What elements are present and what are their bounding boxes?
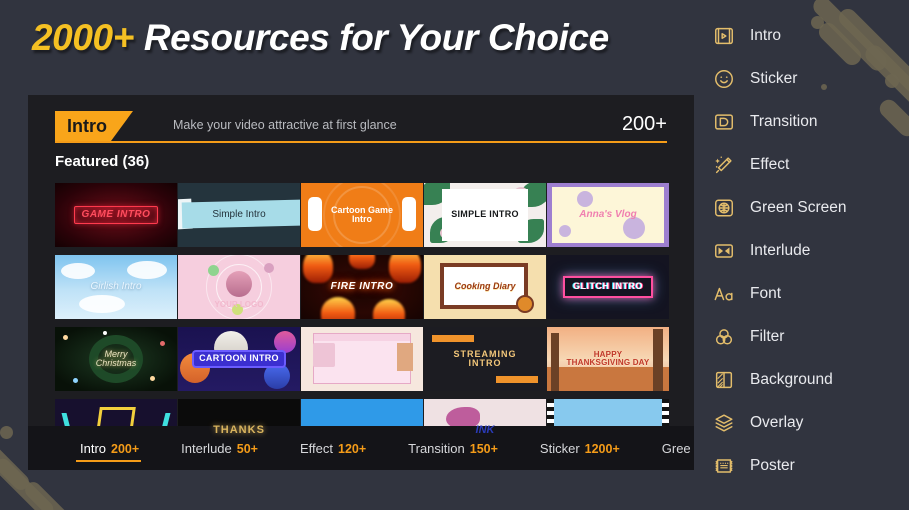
- thumbnail-title: Anna's Vlog: [579, 208, 637, 220]
- intro-icon: [712, 24, 736, 48]
- tab-count: 200+: [111, 441, 140, 456]
- sidebar-item-filter[interactable]: Filter: [712, 315, 902, 358]
- poster-icon: [712, 454, 736, 478]
- tab-label: Interlude: [181, 440, 232, 456]
- decorative-dot: [0, 426, 13, 439]
- page-title: 2000+ Resources for Your Choice: [32, 17, 609, 59]
- sidebar-item-effect[interactable]: Effect: [712, 143, 902, 186]
- thumbnail-title: HAPPY THANKSGIVING DAY: [566, 349, 650, 367]
- thumbnail-item[interactable]: Cartoon Game Intro: [301, 183, 423, 247]
- thumbnail-title: INK: [475, 424, 495, 437]
- tab-count: 120+: [338, 441, 367, 456]
- thumbnail-title: YOUR LOGO: [214, 299, 264, 309]
- title-rest: Resources for Your Choice: [143, 17, 609, 58]
- tab-label: Intro: [80, 440, 107, 456]
- thumbnail-title: THANKS: [213, 424, 265, 437]
- thumbnail-item[interactable]: SIMPLE INTRO: [424, 183, 546, 247]
- tab-count: 1200+: [584, 441, 620, 456]
- sticker-icon: [712, 67, 736, 91]
- thumbnail-title: STREAMING INTRO: [453, 348, 517, 368]
- thumbnail-item[interactable]: Girlish Intro: [55, 255, 177, 319]
- sidebar-item-label: Intro: [750, 26, 782, 44]
- tab-sticker[interactable]: Sticker 1200+: [540, 441, 620, 456]
- green-screen-icon: [712, 196, 736, 220]
- thumbnail-item[interactable]: STREAMING INTRO: [424, 327, 546, 391]
- thumbnail-item[interactable]: Merry Christmas: [55, 327, 177, 391]
- thumbnail-title: CARTOON INTRO: [194, 352, 284, 366]
- sidebar-item-interlude[interactable]: Interlude: [712, 229, 902, 272]
- filter-icon: [712, 325, 736, 349]
- thumbnail-title: GLITCH INTRO: [563, 276, 653, 298]
- thumbnail-grid: GAME INTRO Simple Intro Cartoon Game Intro…: [55, 183, 669, 463]
- category-subtitle: Make your video attractive at first glan…: [173, 118, 397, 132]
- thumbnail-item[interactable]: GLITCH INTRO: [547, 255, 669, 319]
- sidebar-item-font[interactable]: Font: [712, 272, 902, 315]
- sidebar-item-label: Effect: [750, 155, 790, 173]
- tab-effect[interactable]: Effect 120+: [300, 441, 366, 456]
- thumbnail-title: Cartoon Game Intro: [330, 204, 393, 224]
- decorative-stripe: [21, 478, 75, 510]
- tab-gree[interactable]: Gree: [662, 441, 691, 456]
- sidebar-item-background[interactable]: Background: [712, 358, 902, 401]
- thumbnail-title: Cooking Diary: [454, 281, 516, 292]
- tab-label: Transition: [408, 440, 465, 456]
- sidebar-item-transition[interactable]: Transition: [712, 100, 902, 143]
- sidebar-item-overlay[interactable]: Overlay: [712, 401, 902, 444]
- sidebar-item-label: Poster: [750, 456, 795, 474]
- panel-header: Intro Make your video attractive at firs…: [55, 111, 667, 143]
- thumbnail-item[interactable]: GAME INTRO: [55, 183, 177, 247]
- thumbnail-item[interactable]: [301, 327, 423, 391]
- thumbnail-item[interactable]: CARTOON INTRO: [178, 327, 300, 391]
- thumbnail-title: Girlish Intro: [90, 280, 142, 292]
- category-sidebar: Intro Sticker Transition Effect Green Screen…: [712, 14, 902, 487]
- sidebar-item-label: Interlude: [750, 241, 811, 259]
- effect-icon: [712, 153, 736, 177]
- tab-label: Sticker: [539, 440, 580, 456]
- sidebar-item-label: Green Screen: [750, 198, 847, 216]
- thumbnail-item[interactable]: HAPPY THANKSGIVING DAY: [547, 327, 669, 391]
- sidebar-item-label: Overlay: [750, 413, 804, 431]
- thumbnail-item[interactable]: FIRE INTRO: [301, 255, 423, 319]
- sidebar-item-label: Sticker: [750, 69, 798, 87]
- category-count: 200+: [621, 113, 667, 135]
- page-root: 2000+ Resources for Your Choice Intro Ma…: [0, 0, 909, 510]
- transition-icon: [712, 110, 736, 134]
- sidebar-item-green-screen[interactable]: Green Screen: [712, 186, 902, 229]
- thumbnail-title: FIRE INTRO: [330, 280, 394, 292]
- sidebar-item-label: Background: [750, 370, 833, 388]
- resource-panel: Intro Make your video attractive at firs…: [28, 95, 694, 470]
- tab-interlude[interactable]: Interlude 50+: [181, 441, 258, 456]
- sidebar-item-poster[interactable]: Poster: [712, 444, 902, 487]
- title-highlight: 2000+: [32, 17, 134, 58]
- thumbnail-title: Simple Intro: [212, 208, 266, 220]
- interlude-icon: [712, 239, 736, 263]
- thumbnail-item[interactable]: Simple Intro: [178, 183, 300, 247]
- category-tab-bar[interactable]: Intro 200+ Interlude 50+ Effect 120+ Transitio…: [28, 426, 694, 470]
- sidebar-item-label: Font: [750, 284, 782, 302]
- tab-transition[interactable]: Transition 150+: [408, 441, 498, 456]
- sidebar-item-label: Transition: [750, 112, 818, 130]
- tab-label: Gree: [661, 440, 691, 456]
- sidebar-item-label: Filter: [750, 327, 785, 345]
- thumbnail-title: GAME INTRO: [73, 205, 159, 225]
- thumbnail-title: SIMPLE INTRO: [451, 209, 519, 220]
- tab-count: 150+: [469, 441, 498, 456]
- category-tag: Intro: [55, 111, 133, 141]
- tab-label: Effect: [299, 440, 333, 456]
- thumbnail-title: Merry Christmas: [95, 348, 137, 368]
- overlay-icon: [712, 411, 736, 435]
- thumbnail-item[interactable]: Anna's Vlog: [547, 183, 669, 247]
- tab-count: 50+: [236, 441, 258, 456]
- background-icon: [712, 368, 736, 392]
- sidebar-item-sticker[interactable]: Sticker: [712, 57, 902, 100]
- tab-intro[interactable]: Intro 200+: [75, 440, 142, 462]
- font-icon: [712, 282, 736, 306]
- featured-heading: Featured (36): [55, 153, 150, 170]
- thumbnail-item[interactable]: YOUR LOGO: [178, 255, 300, 319]
- sidebar-item-intro[interactable]: Intro: [712, 14, 902, 57]
- thumbnail-item[interactable]: Cooking Diary: [424, 255, 546, 319]
